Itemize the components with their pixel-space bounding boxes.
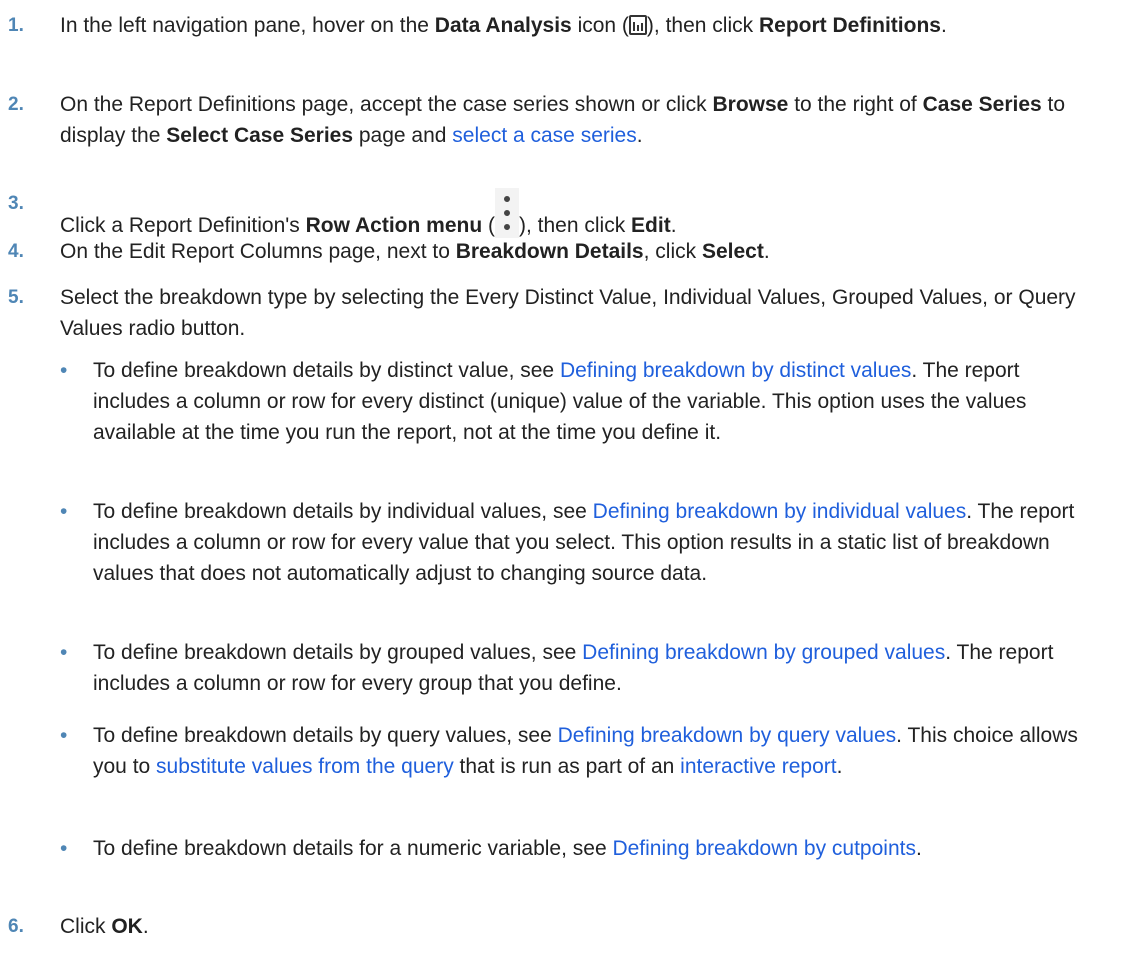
ui-label-browse: Browse xyxy=(712,93,789,116)
link-grouped-values[interactable]: Defining breakdown by grouped values xyxy=(582,641,945,664)
text: ( xyxy=(482,214,495,237)
step-text: Select the breakdown type by selecting t… xyxy=(60,286,1076,340)
bullet-icon: • xyxy=(60,359,68,382)
procedure-document: 1. In the left navigation pane, hover on… xyxy=(0,0,1121,965)
text: On the Edit Report Columns page, next to xyxy=(60,240,456,263)
text: To define breakdown details by individua… xyxy=(93,500,593,523)
text: . xyxy=(636,124,643,147)
step-number: 3. xyxy=(8,193,24,214)
ui-label-report-definitions: Report Definitions xyxy=(758,14,941,37)
bullet-text: To define breakdown details by individua… xyxy=(93,496,1100,589)
link-individual-values[interactable]: Defining breakdown by individual values xyxy=(593,500,967,523)
text: that is run as part of an xyxy=(453,755,681,778)
ui-label-ok: OK xyxy=(111,915,143,938)
text: . xyxy=(142,915,149,938)
text: Click xyxy=(60,915,112,938)
text: To define breakdown details by distinct … xyxy=(93,359,560,382)
link-select-case-series[interactable]: select a case series xyxy=(452,124,636,147)
text: . xyxy=(836,755,843,778)
text: ), then click xyxy=(519,214,632,237)
kebab-menu-icon xyxy=(495,188,519,238)
step-number: 4. xyxy=(8,241,24,262)
link-distinct-values[interactable]: Defining breakdown by distinct values xyxy=(560,359,911,382)
ui-label-select: Select xyxy=(701,240,764,263)
bullet-text: To define breakdown details by grouped v… xyxy=(93,637,1100,699)
step-number: 6. xyxy=(8,916,24,937)
text: On the Report Definitions page, accept t… xyxy=(60,93,713,116)
bullet-icon: • xyxy=(60,724,68,747)
ui-label-breakdown-details: Breakdown Details xyxy=(455,240,644,263)
ui-label-data-analysis: Data Analysis xyxy=(434,14,572,37)
text: . xyxy=(940,14,947,37)
bullet-text: To define breakdown details for a numeri… xyxy=(93,833,1100,864)
step-text: On the Report Definitions page, accept t… xyxy=(60,89,1093,151)
text: . xyxy=(670,214,677,237)
text: ), then click xyxy=(646,14,759,37)
text: . xyxy=(915,837,922,860)
step-text: Click OK. xyxy=(60,911,1093,942)
step-number: 1. xyxy=(8,15,24,36)
text: To define breakdown details by grouped v… xyxy=(93,641,583,664)
step-number: 5. xyxy=(8,287,24,308)
text: Click a Report Definition's xyxy=(60,214,306,237)
bullet-icon: • xyxy=(60,641,68,664)
text: icon ( xyxy=(571,14,629,37)
bullet-text: To define breakdown details by query val… xyxy=(93,720,1100,782)
text: to the right of xyxy=(788,93,923,116)
link-query-values[interactable]: Defining breakdown by query values xyxy=(558,724,897,747)
bullet-text: To define breakdown details by distinct … xyxy=(93,355,1100,448)
ui-label-edit: Edit xyxy=(631,214,671,237)
bullet-icon: • xyxy=(60,837,68,860)
link-interactive-report[interactable]: interactive report xyxy=(680,755,836,778)
link-substitute-values[interactable]: substitute values from the query xyxy=(156,755,454,778)
text: In the left navigation pane, hover on th… xyxy=(60,14,435,37)
ui-label-select-case-series: Select Case Series xyxy=(166,124,354,147)
step-text: On the Edit Report Columns page, next to… xyxy=(60,236,1093,267)
step-number: 2. xyxy=(8,94,24,115)
bullet-icon: • xyxy=(60,500,68,523)
ui-label-case-series: Case Series xyxy=(922,93,1042,116)
text: page and xyxy=(353,124,453,147)
text: . xyxy=(763,240,770,263)
step-text: Click a Report Definition's Row Action m… xyxy=(60,188,1093,241)
data-analysis-icon xyxy=(628,15,647,35)
link-cutpoints[interactable]: Defining breakdown by cutpoints xyxy=(612,837,916,860)
text: To define breakdown details by query val… xyxy=(93,724,558,747)
ui-label-row-action-menu: Row Action menu xyxy=(305,214,483,237)
step-text: In the left navigation pane, hover on th… xyxy=(60,10,1093,41)
text: , click xyxy=(643,240,702,263)
text: To define breakdown details for a numeri… xyxy=(93,837,613,860)
